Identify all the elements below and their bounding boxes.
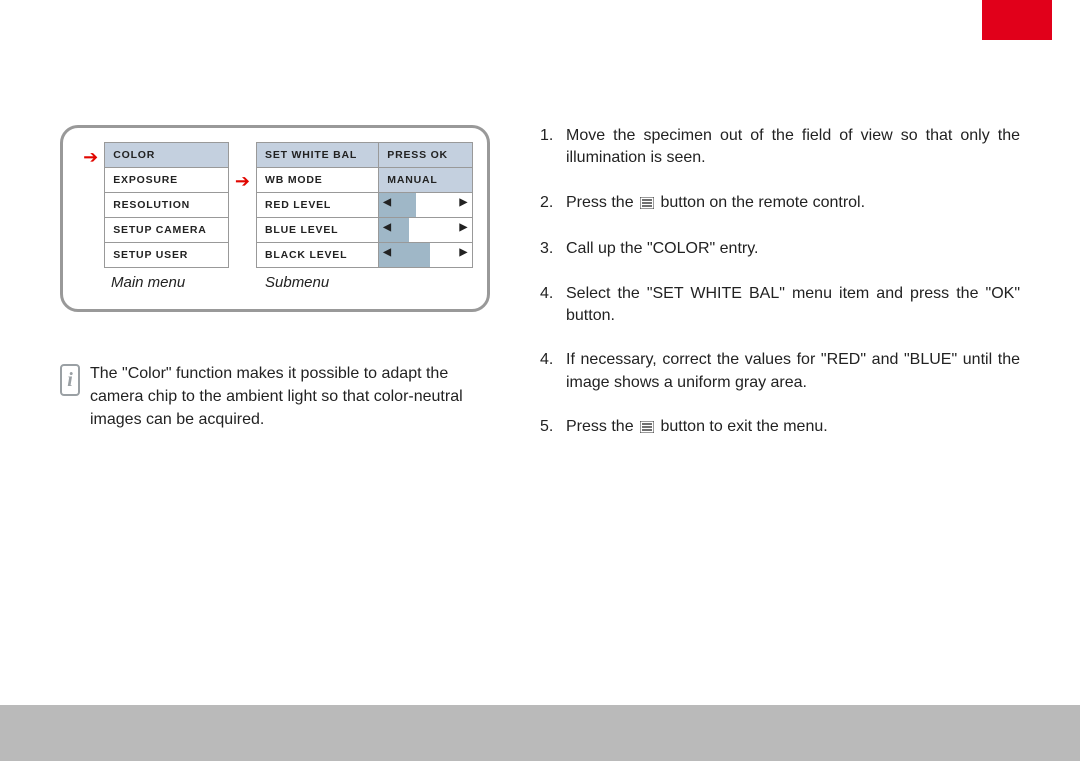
step-text: Call up the "COLOR" entry. [566,238,1020,260]
triangle-right-icon: ▶ [459,197,468,208]
brand-tab [982,0,1052,40]
sub-menu-value: ◀▶ [379,193,473,218]
page: ➔ COLOREXPOSURERESOLUTIONSETUP CAMERASET… [0,0,1080,761]
triangle-left-icon: ◀ [383,247,392,258]
triangle-right-icon: ▶ [459,247,468,258]
info-row: i The "Color" function makes it possible… [60,362,490,432]
step-text: Move the specimen out of the field of vi… [566,125,1020,170]
sub-menu-value: PRESS OK [379,143,473,168]
sub-menu-value: ◀▶ [379,218,473,243]
content: ➔ COLOREXPOSURERESOLUTIONSETUP CAMERASET… [60,125,1020,463]
step-item: 4.If necessary, correct the values for "… [540,349,1020,394]
steps-list: 1.Move the specimen out of the field of … [540,125,1020,441]
main-menu-caption: Main menu [111,274,265,291]
sub-menu-label: BLACK LEVEL [257,243,379,268]
main-menu-item: SETUP CAMERA [105,218,229,243]
step-number: 4. [540,283,566,328]
step-item: 4.Select the "SET WHITE BAL" menu item a… [540,283,1020,328]
step-number: 2. [540,192,566,216]
sub-menu-arrow: ➔ [229,142,256,190]
step-number: 5. [540,416,566,440]
footer-bar [0,705,1080,761]
sub-menu-caption: Submenu [265,274,329,291]
menu-diagram: ➔ COLOREXPOSURERESOLUTIONSETUP CAMERASET… [60,125,490,312]
main-menu-arrow: ➔ [77,142,104,166]
sub-menu-table: SET WHITE BALPRESS OKWB MODEMANUALRED LE… [256,142,473,268]
main-menu-table: COLOREXPOSURERESOLUTIONSETUP CAMERASETUP… [104,142,229,268]
step-number: 4. [540,349,566,394]
main-menu-item: RESOLUTION [105,193,229,218]
sub-menu-label: SET WHITE BAL [257,143,379,168]
menu-icon [640,194,654,216]
triangle-left-icon: ◀ [383,197,392,208]
menu-icon [640,418,654,440]
right-column: 1.Move the specimen out of the field of … [490,125,1020,463]
arrow-icon: ➔ [83,148,98,166]
info-text: The "Color" function makes it possible t… [90,362,490,432]
sub-menu-label: WB MODE [257,168,379,193]
step-item: 3.Call up the "COLOR" entry. [540,238,1020,260]
triangle-left-icon: ◀ [383,222,392,233]
step-item: 5.Press the button to exit the menu. [540,416,1020,440]
info-icon: i [60,364,80,396]
step-text: Press the button on the remote control. [566,192,1020,216]
sub-menu-value: ◀▶ [379,243,473,268]
main-menu-item: COLOR [105,143,229,168]
triangle-right-icon: ▶ [459,222,468,233]
sub-menu-label: BLUE LEVEL [257,218,379,243]
step-item: 1.Move the specimen out of the field of … [540,125,1020,170]
sub-menu-value: MANUAL [379,168,473,193]
step-text: If necessary, correct the values for "RE… [566,349,1020,394]
arrow-icon: ➔ [235,172,250,190]
step-text: Select the "SET WHITE BAL" menu item and… [566,283,1020,328]
step-number: 3. [540,238,566,260]
main-menu-item: SETUP USER [105,243,229,268]
main-menu-item: EXPOSURE [105,168,229,193]
step-text: Press the button to exit the menu. [566,416,1020,440]
sub-menu-label: RED LEVEL [257,193,379,218]
step-number: 1. [540,125,566,170]
step-item: 2.Press the button on the remote control… [540,192,1020,216]
left-column: ➔ COLOREXPOSURERESOLUTIONSETUP CAMERASET… [60,125,490,463]
